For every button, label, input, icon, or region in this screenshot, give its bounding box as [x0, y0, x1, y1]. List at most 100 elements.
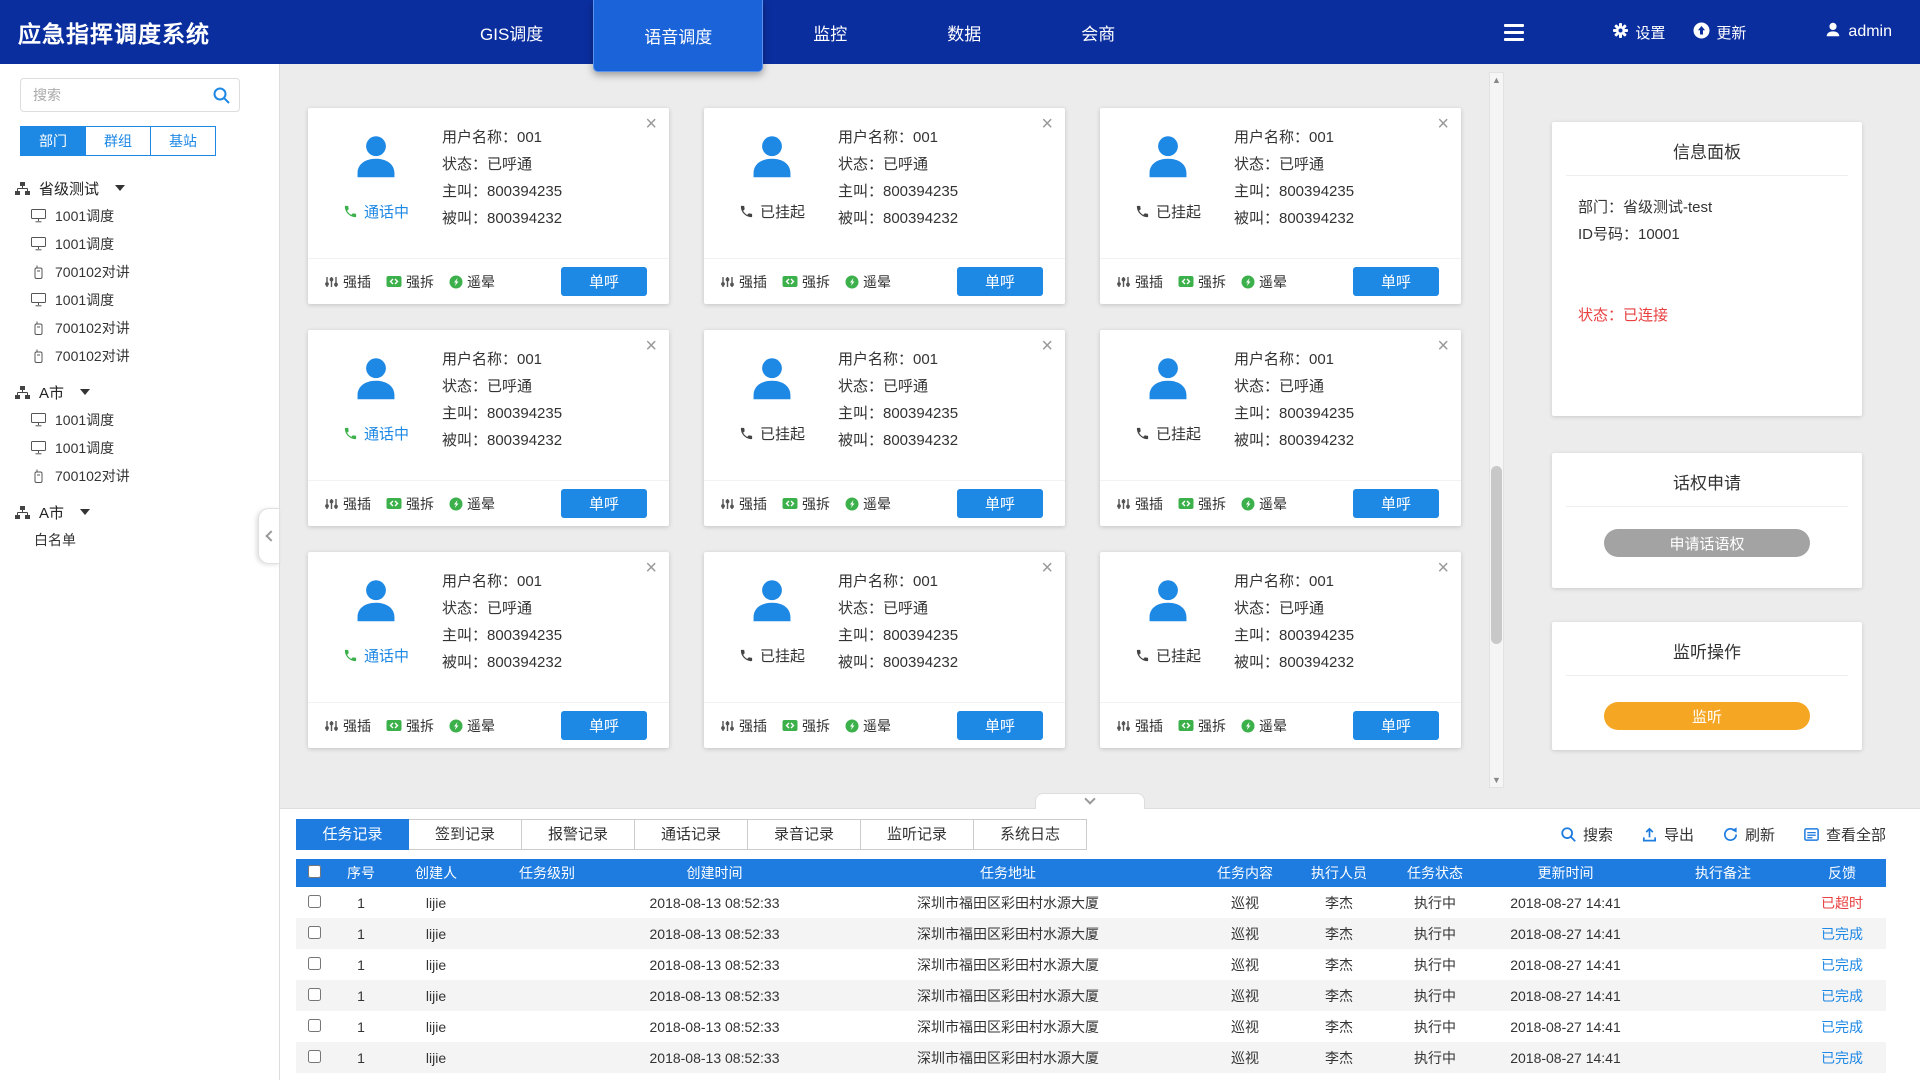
- single-call-button[interactable]: 单呼: [561, 267, 647, 296]
- force-release-button[interactable]: 强拆: [1178, 494, 1226, 514]
- force-release-button[interactable]: 强拆: [782, 494, 830, 514]
- force-insert-button[interactable]: 强插: [1116, 494, 1163, 514]
- scroll-up-arrow[interactable]: ▲: [1490, 73, 1503, 87]
- force-release-button[interactable]: 强拆: [782, 272, 830, 292]
- single-call-button[interactable]: 单呼: [957, 267, 1043, 296]
- row-checkbox[interactable]: [308, 957, 321, 970]
- tree-node[interactable]: 700102对讲: [0, 258, 279, 286]
- nav-item[interactable]: 会商: [1031, 0, 1165, 64]
- record-tab[interactable]: 系统日志: [974, 819, 1087, 850]
- sidebar-tab[interactable]: 部门: [20, 126, 86, 156]
- close-icon[interactable]: ×: [1041, 114, 1053, 134]
- user-menu[interactable]: admin: [1824, 21, 1892, 44]
- scroll-down-arrow[interactable]: ▼: [1490, 773, 1503, 787]
- remote-stun-button[interactable]: 遥晕: [1241, 494, 1287, 514]
- tree-node[interactable]: 1001调度: [0, 406, 279, 434]
- monitor-button[interactable]: 监听: [1604, 702, 1810, 730]
- single-call-button[interactable]: 单呼: [957, 489, 1043, 518]
- row-checkbox[interactable]: [308, 1019, 321, 1032]
- force-insert-button[interactable]: 强插: [324, 272, 371, 292]
- sidebar-tab[interactable]: 群组: [86, 126, 151, 156]
- force-release-button[interactable]: 强拆: [1178, 272, 1226, 292]
- remote-stun-button[interactable]: 遥晕: [449, 272, 495, 292]
- search-records-button[interactable]: 搜索: [1560, 824, 1613, 845]
- row-checkbox[interactable]: [308, 926, 321, 939]
- remote-stun-button[interactable]: 遥晕: [845, 272, 891, 292]
- tree-node[interactable]: 1001调度: [0, 286, 279, 314]
- tree-node[interactable]: 省级测试: [0, 174, 279, 202]
- refresh-button[interactable]: 刷新: [1722, 824, 1775, 845]
- vertical-scrollbar[interactable]: ▲ ▼: [1489, 72, 1504, 788]
- single-call-button[interactable]: 单呼: [561, 711, 647, 740]
- single-call-button[interactable]: 单呼: [1353, 489, 1439, 518]
- cell-feedback[interactable]: 已完成: [1798, 949, 1886, 980]
- remote-stun-button[interactable]: 遥晕: [1241, 272, 1287, 292]
- close-icon[interactable]: ×: [645, 114, 657, 134]
- search-input[interactable]: [21, 79, 239, 111]
- record-tab[interactable]: 报警记录: [522, 819, 635, 850]
- force-insert-button[interactable]: 强插: [720, 272, 767, 292]
- single-call-button[interactable]: 单呼: [1353, 267, 1439, 296]
- bottom-collapse-handle[interactable]: [1035, 793, 1145, 809]
- tree-node[interactable]: 700102对讲: [0, 342, 279, 370]
- record-tab[interactable]: 录音记录: [748, 819, 861, 850]
- remote-stun-button[interactable]: 遥晕: [449, 716, 495, 736]
- row-checkbox[interactable]: [308, 988, 321, 1001]
- sidebar-collapse-handle[interactable]: [258, 508, 280, 564]
- sidebar-tab[interactable]: 基站: [151, 126, 216, 156]
- caret-down-icon[interactable]: [80, 389, 90, 395]
- tree-node[interactable]: A市: [0, 498, 279, 526]
- single-call-button[interactable]: 单呼: [561, 489, 647, 518]
- table-row[interactable]: 1 lijie 2018-08-13 08:52:33 深圳市福田区彩田村水源大…: [296, 1011, 1886, 1042]
- close-icon[interactable]: ×: [1437, 114, 1449, 134]
- row-checkbox[interactable]: [308, 1050, 321, 1063]
- row-checkbox[interactable]: [308, 895, 321, 908]
- settings-button[interactable]: 设置: [1612, 22, 1665, 43]
- update-button[interactable]: 更新: [1693, 22, 1746, 43]
- force-insert-button[interactable]: 强插: [720, 716, 767, 736]
- table-row[interactable]: 1 lijie 2018-08-13 08:52:33 深圳市福田区彩田村水源大…: [296, 918, 1886, 949]
- nav-item[interactable]: 语音调度: [593, 0, 763, 72]
- force-insert-button[interactable]: 强插: [1116, 716, 1163, 736]
- menu-icon[interactable]: [1504, 24, 1524, 41]
- caret-down-icon[interactable]: [80, 509, 90, 515]
- scrollbar-thumb[interactable]: [1491, 466, 1502, 644]
- cell-feedback[interactable]: 已完成: [1798, 1011, 1886, 1042]
- close-icon[interactable]: ×: [1041, 558, 1053, 578]
- cell-feedback[interactable]: 已完成: [1798, 918, 1886, 949]
- close-icon[interactable]: ×: [645, 336, 657, 356]
- tree-node[interactable]: 1001调度: [0, 434, 279, 462]
- single-call-button[interactable]: 单呼: [957, 711, 1043, 740]
- record-tab[interactable]: 签到记录: [409, 819, 522, 850]
- tree-node[interactable]: 700102对讲: [0, 314, 279, 342]
- close-icon[interactable]: ×: [1437, 336, 1449, 356]
- record-tab[interactable]: 通话记录: [635, 819, 748, 850]
- record-tab[interactable]: 任务记录: [296, 819, 409, 850]
- search-icon[interactable]: [212, 86, 231, 110]
- cell-feedback[interactable]: 已完成: [1798, 1042, 1886, 1073]
- force-release-button[interactable]: 强拆: [386, 272, 434, 292]
- export-button[interactable]: 导出: [1641, 824, 1694, 845]
- nav-item[interactable]: GIS调度: [430, 0, 593, 64]
- record-tab[interactable]: 监听记录: [861, 819, 974, 850]
- table-row[interactable]: 1 lijie 2018-08-13 08:52:33 深圳市福田区彩田村水源大…: [296, 949, 1886, 980]
- tree-node[interactable]: 1001调度: [0, 202, 279, 230]
- remote-stun-button[interactable]: 遥晕: [449, 494, 495, 514]
- close-icon[interactable]: ×: [1437, 558, 1449, 578]
- force-release-button[interactable]: 强拆: [386, 716, 434, 736]
- table-row[interactable]: 1 lijie 2018-08-13 08:52:33 深圳市福田区彩田村水源大…: [296, 1042, 1886, 1073]
- single-call-button[interactable]: 单呼: [1353, 711, 1439, 740]
- tree-node[interactable]: 700102对讲: [0, 462, 279, 490]
- force-insert-button[interactable]: 强插: [1116, 272, 1163, 292]
- request-floor-button[interactable]: 申请话语权: [1604, 529, 1810, 557]
- close-icon[interactable]: ×: [1041, 336, 1053, 356]
- view-all-button[interactable]: 查看全部: [1803, 824, 1886, 845]
- caret-down-icon[interactable]: [115, 185, 125, 191]
- table-row[interactable]: 1 lijie 2018-08-13 08:52:33 深圳市福田区彩田村水源大…: [296, 980, 1886, 1011]
- close-icon[interactable]: ×: [645, 558, 657, 578]
- force-release-button[interactable]: 强拆: [782, 716, 830, 736]
- tree-node[interactable]: 1001调度: [0, 230, 279, 258]
- table-row[interactable]: 1 lijie 2018-08-13 08:52:33 深圳市福田区彩田村水源大…: [296, 887, 1886, 918]
- remote-stun-button[interactable]: 遥晕: [845, 716, 891, 736]
- tree-node[interactable]: A市: [0, 378, 279, 406]
